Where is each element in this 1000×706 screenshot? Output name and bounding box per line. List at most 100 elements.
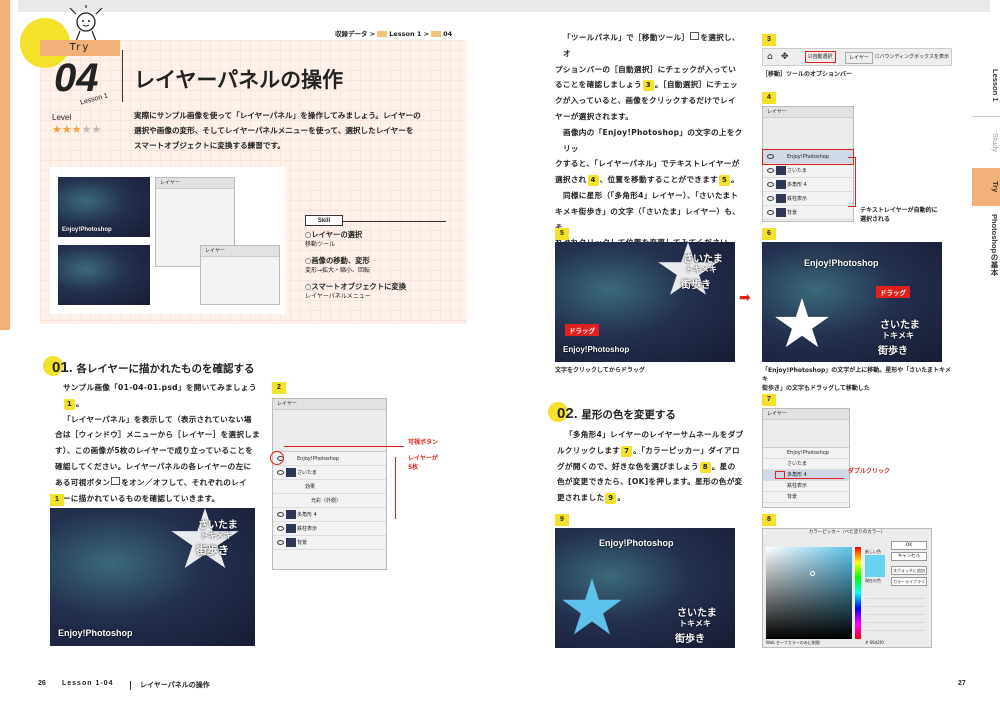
auto-select-checkbox[interactable]: ☑自動選択 xyxy=(805,51,836,63)
layer-row[interactable]: さいたま xyxy=(763,459,849,470)
layer-row[interactable]: 多角形 4 xyxy=(273,508,386,522)
layer-select[interactable]: レイヤー xyxy=(845,52,873,64)
eye-icon[interactable] xyxy=(767,168,774,173)
callout-line xyxy=(284,446,404,447)
photo-caption: 街歩き xyxy=(681,280,711,291)
ok-button[interactable]: OK xyxy=(891,541,927,550)
eye-icon[interactable] xyxy=(767,196,774,201)
figure-number: 2 xyxy=(272,382,286,394)
layer-row-selected[interactable]: 多角形 4 xyxy=(763,470,849,481)
bbox-option[interactable]: ☐バウンディングボックスを表示 xyxy=(875,49,949,65)
eye-icon[interactable] xyxy=(277,526,284,531)
layer-row[interactable]: さいたま xyxy=(763,164,853,178)
figure-number: 9 xyxy=(555,514,569,526)
move-tool-options-bar: ⌂ ✥ ☑自動選択 レイヤー ☐バウンディングボックスを表示 xyxy=(762,48,952,66)
layer-name: 光彩（外側） xyxy=(311,498,342,504)
figure-number: 4 xyxy=(762,92,776,104)
web-safe-checkbox[interactable]: Web セーフカラーのみに制限 xyxy=(766,640,820,646)
figure-4-layers-panel: レイヤー Enjoy!Photoshop さいたま 多角形 4 鉄柱表示 背景 xyxy=(762,106,854,222)
add-swatch-button[interactable]: スウォッチに追加 xyxy=(891,566,927,575)
left-sidebar-strip xyxy=(0,0,10,330)
layer-row[interactable]: 背景 xyxy=(763,492,849,503)
tab-basics: Photoshopの基本 xyxy=(990,214,999,276)
layer-row[interactable]: 鉄柱表示 xyxy=(763,192,853,206)
text-line: クすると、「レイヤーパネル」でテキストレイヤーが xyxy=(555,159,740,169)
overview-layers-panel-2: レイヤー xyxy=(200,245,280,305)
photo-caption: Enjoy!Photoshop xyxy=(599,538,674,548)
footer-title: レイヤーパネルの操作 xyxy=(140,682,210,689)
layer-name: Enjoy!Photoshop xyxy=(297,456,340,462)
caption-line: 街歩き」の文字もドラッグして移動した xyxy=(762,385,870,392)
intro-line: スマートオブジェクトに変換する練習です。 xyxy=(134,141,285,150)
photo-caption: トキメキ xyxy=(882,331,914,340)
text-line: 「ツールパネル」で［移動ツール］ xyxy=(563,33,690,42)
figure-caption: テキストレイヤーが自動的に選択される xyxy=(860,207,938,223)
section-title: . 星形の色を変更する xyxy=(573,409,676,421)
right-intro-text: 「ツールパネル」で［移動ツール］ を選択し、オ プションバーの［自動選択］にチェッ… xyxy=(555,30,745,267)
overview-photo-2 xyxy=(58,245,150,305)
eye-icon[interactable] xyxy=(277,512,284,517)
breadcrumb-part: Lesson 1 > xyxy=(389,30,430,38)
photo-caption: Enjoy!Photoshop xyxy=(563,345,630,354)
figure-number: 1 xyxy=(50,494,64,506)
text-line: 色が変更できたら、[OK]を押します。星形の色が変 xyxy=(557,477,743,487)
color-library-button[interactable]: カラーライブラリ xyxy=(891,577,927,586)
visible-button-highlight xyxy=(270,451,284,465)
eye-icon[interactable] xyxy=(277,540,284,545)
figure-1-photo: さいたま トキメキ 街歩き Enjoy!Photoshop xyxy=(50,508,255,646)
breadcrumb-part: 04 xyxy=(443,30,453,38)
layer-thumbnail xyxy=(286,468,296,477)
layer-name: 鉄柱表示 xyxy=(787,483,808,489)
figure-9-photo: Enjoy!Photoshop さいたま トキメキ 街歩き xyxy=(555,528,735,648)
intro-text: 実際にサンプル画像を使って「レイヤーパネル」を操作してみましょう。レイヤーの 選… xyxy=(134,108,454,153)
hue-slider[interactable] xyxy=(855,547,861,639)
page-number-right: 27 xyxy=(958,680,966,687)
home-icon[interactable]: ⌂ xyxy=(767,49,773,65)
photo-caption: さいたま xyxy=(198,520,238,531)
figure-number: 7 xyxy=(762,394,776,406)
layer-name: さいたま xyxy=(787,168,807,174)
skill-item-sub: 変形→拡大・縮小、回転 xyxy=(305,267,371,274)
section-2-text: 「多角形4」レイヤーのレイヤーサムネールをダブ ルクリックします 7 。「カラーピッ… xyxy=(557,427,747,506)
layer-row[interactable]: 鉄柱表示 xyxy=(273,522,386,536)
eye-icon[interactable] xyxy=(767,154,774,159)
intro-line: 実際にサンプル画像を使って「レイヤーパネル」を操作してみましょう。レイヤーの xyxy=(134,111,421,120)
eye-icon[interactable] xyxy=(767,182,774,187)
figure-caption: 「Enjoy!Photoshop」の文字が上に移動。星形や「さいたまトキメキ 街歩… xyxy=(762,366,952,393)
layer-row[interactable]: Enjoy!Photoshop xyxy=(273,452,386,466)
layer-row[interactable]: 背景 xyxy=(763,206,853,220)
color-field[interactable] xyxy=(766,547,852,639)
panel-toolbar xyxy=(763,420,849,448)
page-title: レイヤーパネルの操作 xyxy=(134,68,344,92)
color-value-fields[interactable] xyxy=(865,591,925,635)
layer-row[interactable]: 鉄柱表示 xyxy=(763,481,849,492)
figure-number: 3 xyxy=(762,34,776,46)
hex-field[interactable]: # 69d2f0 xyxy=(865,640,884,645)
layer-row[interactable]: 多角形 4 xyxy=(763,178,853,192)
eye-icon[interactable] xyxy=(767,210,774,215)
layer-row: 効果 xyxy=(273,480,386,494)
layer-row-selected[interactable]: Enjoy!Photoshop xyxy=(762,149,854,165)
figure-6-photo: Enjoy!Photoshop さいたま トキメキ 街歩き ドラッグ xyxy=(762,242,942,362)
folder-icon xyxy=(377,31,388,37)
try-tag: Try xyxy=(40,40,120,56)
text-line: ることを確認しましょう xyxy=(555,80,642,90)
text-line: 同様に星形（「多角形4」レイヤー）、「さいたまト xyxy=(563,190,739,200)
move-tool-icon[interactable]: ✥ xyxy=(781,49,789,65)
eye-icon[interactable] xyxy=(277,470,284,475)
figure-5-photo: さいたま トキメキ 街歩き Enjoy!Photoshop ドラッグ xyxy=(555,242,735,362)
layer-name: さいたま xyxy=(787,461,807,467)
breadcrumb: 収録データ > Lesson 1 > 04 xyxy=(335,28,452,38)
layer-row[interactable]: さいたま xyxy=(273,466,386,480)
text-line: 。 xyxy=(76,398,84,408)
new-color-swatch xyxy=(865,555,885,577)
skill-item-sub: 移動ツール xyxy=(305,241,336,248)
layer-row[interactable]: Enjoy!Photoshop xyxy=(763,448,849,459)
text-line: 合は［ウィンドウ］メニューから［レイヤー］を選択しま xyxy=(55,430,261,440)
layer-thumbnail xyxy=(286,538,296,547)
photo-caption: さいたま xyxy=(677,608,717,619)
layer-row[interactable]: 背景 xyxy=(273,536,386,550)
star-filled-icon: ★★★ xyxy=(52,123,82,136)
cancel-button[interactable]: キャンセル xyxy=(891,552,927,561)
figure-number: 6 xyxy=(762,228,776,240)
